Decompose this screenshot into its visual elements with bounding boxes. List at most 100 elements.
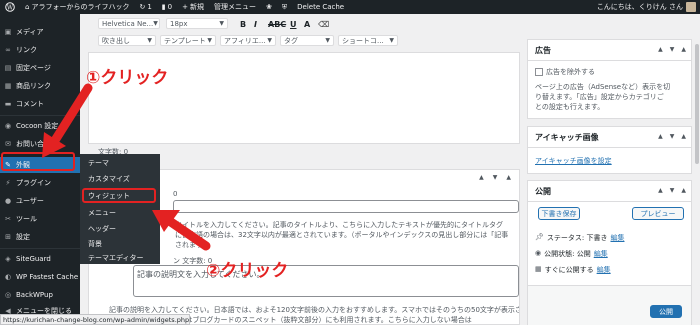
shortcode-select[interactable]: ショートコ... ▼ [338, 35, 398, 46]
toggle-icon[interactable]: ▲ [681, 46, 686, 53]
chevron-down-icon: ▼ [267, 37, 272, 44]
text-color-button[interactable]: A [304, 19, 310, 29]
move-up-icon[interactable]: ▲ [479, 174, 484, 181]
status-row: 📌︎ ステータス: 下書き 編集 [535, 233, 624, 243]
divider [528, 147, 691, 148]
delete-cache-link[interactable]: Delete Cache [292, 3, 349, 11]
save-draft-button[interactable]: 下書き保存 [538, 207, 580, 220]
move-down-icon[interactable]: ▼ [670, 46, 675, 53]
updates-link[interactable]: ↻ 1 [134, 3, 156, 11]
calendar-icon: ▦ [535, 265, 542, 273]
sidebar-item-settings[interactable]: ⊞ 設定 [0, 230, 80, 244]
home-icon: ⌂ [25, 3, 30, 11]
sidebar-item-links[interactable]: ∞ リンク [0, 43, 80, 57]
font-size-select[interactable]: 18px ▼ [166, 18, 228, 29]
set-eyecatch-link[interactable]: アイキャッチ画像を設定 [535, 156, 612, 166]
sidebar-item-tools[interactable]: ✂ ツール [0, 212, 80, 226]
tag-select[interactable]: タグ ▼ [280, 35, 334, 46]
template-select[interactable]: テンプレート ▼ [160, 35, 216, 46]
updates-icon: ↻ [139, 3, 146, 11]
status-edit-link[interactable]: 編集 [610, 233, 624, 243]
balloon-label: 吹き出し [102, 36, 130, 45]
shield-icon[interactable]: ⛨ [277, 3, 292, 12]
font-family-select[interactable]: Helvetica Ne... ▼ [98, 18, 160, 29]
sidebar-item-label: ユーザー [16, 197, 44, 205]
eyecatch-box: アイキャッチ画像 ▲ ▼ ▲ アイキャッチ画像を設定 [527, 126, 692, 174]
sidebar-item-label: BackWPup [16, 291, 53, 299]
italic-button[interactable]: I [254, 19, 257, 29]
move-down-icon[interactable]: ▼ [670, 133, 675, 140]
post-sidebar: 広告 ▲ ▼ ▲ 広告を除外する ページ上の広告（AdSenseなど）表示を切 り替… [527, 14, 692, 325]
submenu-item-customize[interactable]: カスタマイズ [88, 174, 130, 184]
meta-description-textarea[interactable]: 記事の説明文を入力してください。 [133, 265, 519, 297]
strike-button[interactable]: ABC [268, 19, 286, 29]
sidebar-item-siteguard[interactable]: ◈ SiteGuard [0, 252, 80, 266]
account-link[interactable]: こんにちは、くりけん さん [597, 2, 700, 12]
delete-cache-label: Delete Cache [297, 3, 345, 11]
toggle-icon[interactable]: ▲ [681, 133, 686, 140]
affiliate-select[interactable]: アフィリエ... ▼ [220, 35, 276, 46]
avatar [686, 2, 696, 12]
eraser-icon[interactable]: ⌫ [318, 19, 329, 29]
sidebar-item-media[interactable]: ▣ メディア [0, 25, 80, 39]
site-name-link[interactable]: ⌂ アラフォーからのライフハック [20, 2, 134, 12]
submenu-item-menus[interactable]: メニュー [88, 208, 116, 218]
schedule-edit-link[interactable]: 編集 [597, 265, 611, 275]
move-up-icon[interactable]: ▲ [658, 46, 663, 53]
step2-arrow-icon [152, 210, 211, 251]
preview-button[interactable]: プレビュー [632, 207, 684, 220]
move-up-icon[interactable]: ▲ [658, 187, 663, 194]
sidebar-item-label: 固定ページ [16, 64, 51, 72]
move-down-icon[interactable]: ▼ [493, 174, 498, 181]
move-down-icon[interactable]: ▼ [670, 187, 675, 194]
tag-label: タグ [284, 36, 298, 45]
sidebar-item-plugins[interactable]: ⚡ プラグイン [0, 176, 80, 190]
cache-icon: ◐ [4, 273, 12, 281]
chevron-down-icon: ▼ [147, 37, 152, 44]
greeting: こんにちは、くりけん さん [596, 3, 683, 11]
tool-icon: ✂ [5, 215, 11, 223]
sidebar-item-backwpup[interactable]: ◎ BackWPup [0, 288, 80, 302]
submenu-item-header[interactable]: ヘッダー [88, 224, 116, 234]
visibility-row: ◉ 公開状態: 公開 編集 [535, 249, 608, 259]
publish-button[interactable]: 公開 [650, 305, 682, 318]
balloon-select[interactable]: 吹き出し ▼ [98, 35, 156, 46]
sidebar-item-label: WP Fastest Cache [16, 273, 79, 281]
comment-bubble-icon: ▮ [161, 3, 166, 11]
sidebar-item-fastest-cache[interactable]: ◐ WP Fastest Cache [0, 270, 80, 284]
widgets-highlight-box [82, 188, 156, 203]
submenu-item-background[interactable]: 背景 [88, 239, 102, 249]
chevron-down-icon: ▼ [219, 20, 224, 27]
submenu-item-theme-editor[interactable]: テーマエディター [88, 253, 144, 263]
shortcode-label: ショートコ... [342, 36, 384, 45]
scrollbar[interactable] [694, 14, 700, 325]
plugin-icon: ⚡ [5, 179, 11, 187]
seo-title-input[interactable] [173, 200, 519, 213]
toggle-icon[interactable]: ▲ [506, 174, 511, 181]
ad-desc-2: り替えます。「広告」設定からカテゴリご [535, 93, 664, 101]
schedule-row: ▦ すぐに公開する 編集 [535, 265, 611, 275]
sidebar-item-pages[interactable]: ▤ 固定ページ [0, 61, 80, 75]
wp-logo-icon[interactable]: W [0, 2, 20, 12]
backup-icon: ◎ [4, 291, 12, 299]
ad-exclude-row[interactable]: 広告を除外する [535, 67, 595, 77]
bold-button[interactable]: B [240, 19, 246, 29]
comments-link[interactable]: ▮ 0 [157, 3, 177, 11]
badge-icon[interactable]: ❀ [261, 3, 277, 11]
visibility-edit-link[interactable]: 編集 [594, 249, 608, 259]
toggle-icon[interactable]: ▲ [681, 187, 686, 194]
new-content-link[interactable]: + 新規 [177, 2, 209, 12]
sidebar-item-users[interactable]: ● ユーザー [0, 194, 80, 208]
manage-menu-link[interactable]: 管理メニュー [209, 2, 261, 12]
updates-count: 1 [147, 3, 152, 11]
media-icon: ▣ [4, 28, 12, 36]
move-up-icon[interactable]: ▲ [658, 133, 663, 140]
sidebar-item-label: ツール [16, 215, 37, 223]
user-icon: ● [4, 197, 12, 205]
status-label: ステータス: 下書き [546, 234, 608, 242]
scrollbar-thumb[interactable] [695, 44, 699, 164]
box-controls: ▲ ▼ ▲ [658, 187, 686, 194]
pin-icon: 📌︎ [535, 233, 544, 241]
ad-exclude-checkbox[interactable] [535, 68, 543, 76]
underline-button[interactable]: U [290, 19, 297, 29]
